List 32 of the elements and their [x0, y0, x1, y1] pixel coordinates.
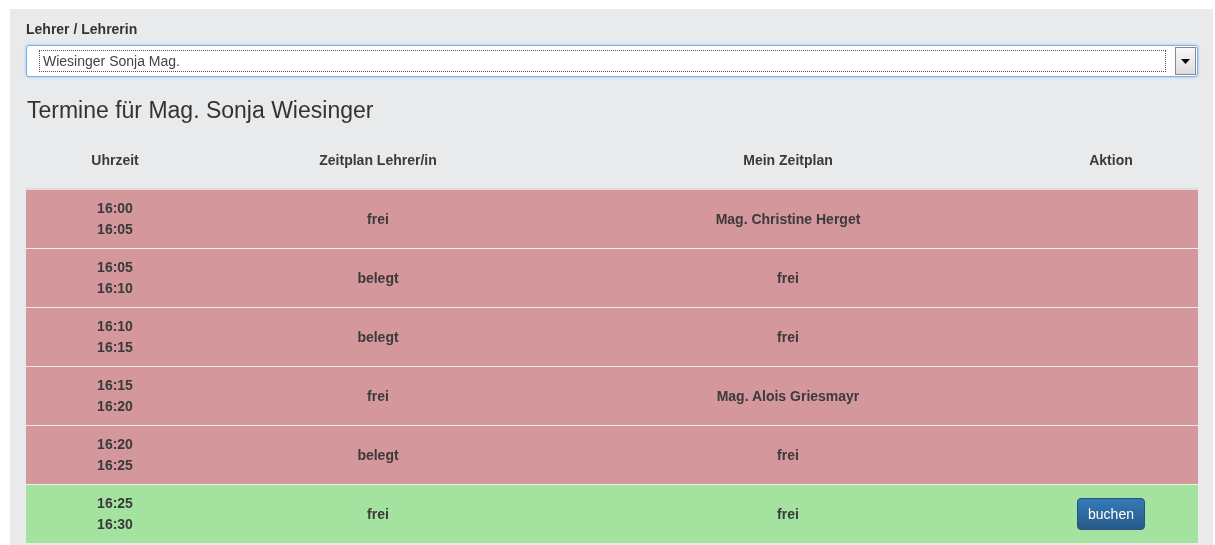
table-cell: frei	[777, 506, 799, 522]
time-text: 16:15	[97, 376, 133, 395]
time-text: 16:25	[97, 456, 133, 475]
time-text: 16:05	[97, 220, 133, 239]
table-cell: Mag. Alois Griesmayr	[716, 388, 860, 404]
column-header: Aktion	[1089, 152, 1133, 168]
book-button[interactable]: buchen	[1077, 498, 1145, 530]
time-text: 16:30	[97, 515, 133, 534]
table-cell: frei	[367, 388, 389, 404]
table-cell: belegt	[357, 329, 399, 345]
time-text: 16:00	[97, 199, 133, 218]
table-cell: belegt	[357, 447, 399, 463]
page-heading: Termine für Mag. Sonja Wiesinger	[27, 97, 375, 124]
table-cell: frei	[367, 211, 389, 227]
column-header: Mein Zeitplan	[743, 152, 833, 168]
field-label: Lehrer / Lehrerin	[26, 21, 139, 37]
teacher-dropdown[interactable]: Wiesinger Sonja Mag.	[26, 45, 1198, 77]
table-cell: frei	[777, 329, 799, 345]
table-cell: frei	[777, 270, 799, 286]
column-header: Uhrzeit	[91, 152, 139, 168]
column-header: Zeitplan Lehrer/in	[319, 152, 437, 168]
time-text: 16:05	[97, 258, 133, 277]
time-text: 16:10	[97, 279, 133, 298]
time-text: 16:10	[97, 317, 133, 336]
table-cell: frei	[777, 447, 799, 463]
time-text: 16:20	[97, 397, 133, 416]
table-cell: Mag. Christine Herget	[715, 211, 861, 227]
time-text: 16:20	[97, 435, 133, 454]
time-text: 16:15	[97, 338, 133, 357]
table-cell: frei	[367, 506, 389, 522]
table-cell: belegt	[357, 270, 399, 286]
time-text: 16:25	[97, 494, 133, 513]
